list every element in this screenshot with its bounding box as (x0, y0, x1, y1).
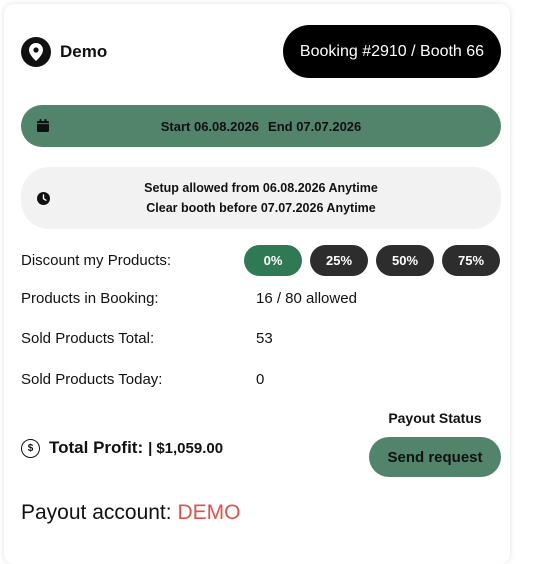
total-profit-separator: | (148, 439, 153, 457)
clear-booth-text: Clear booth before 07.07.2026 Anytime (146, 201, 376, 215)
sold-total-value: 53 (256, 330, 273, 347)
location-header: Demo (21, 37, 107, 67)
discount-75-button[interactable]: 75% (442, 245, 500, 276)
discount-label: Discount my Products: (21, 252, 172, 269)
discount-25-button[interactable]: 25% (310, 245, 368, 276)
total-profit: $ Total Profit: | $1,059.00 (21, 438, 223, 458)
products-in-booking-value: 16 / 80 allowed (256, 290, 357, 307)
products-in-booking-label: Products in Booking: (21, 290, 159, 307)
payout-account: Payout account: DEMO (21, 501, 240, 525)
sold-total-label: Sold Products Total: (21, 330, 155, 347)
booking-badge[interactable]: Booking #2910 / Booth 66 (283, 25, 501, 78)
total-profit-value: $1,059.00 (156, 439, 224, 457)
payout-account-value[interactable]: DEMO (177, 501, 240, 524)
total-profit-label: Total Profit: (49, 438, 144, 457)
discount-50-button[interactable]: 50% (376, 245, 434, 276)
calendar-icon (37, 119, 49, 135)
send-request-button[interactable]: Send request (369, 437, 501, 477)
map-pin-icon (21, 37, 51, 67)
booking-card (4, 4, 510, 564)
payout-status-label: Payout Status (388, 410, 482, 426)
sold-today-value: 0 (256, 371, 265, 388)
setup-allowed-text: Setup allowed from 06.08.2026 Anytime (144, 181, 378, 195)
end-date: End 07.07.2026 (268, 118, 362, 134)
clock-icon (37, 191, 50, 211)
start-date: Start 06.08.2026 (160, 118, 260, 134)
discount-0-button[interactable]: 0% (244, 245, 302, 276)
payout-account-label: Payout account: (21, 501, 172, 524)
location-name: Demo (60, 42, 108, 61)
setup-info-box: Setup allowed from 06.08.2026 Anytime Cl… (21, 167, 501, 229)
sold-today-label: Sold Products Today: (21, 371, 163, 388)
booking-dates-bar: Start 06.08.2026 End 07.07.2026 (21, 105, 501, 147)
dollar-circle-icon: $ (21, 438, 40, 458)
